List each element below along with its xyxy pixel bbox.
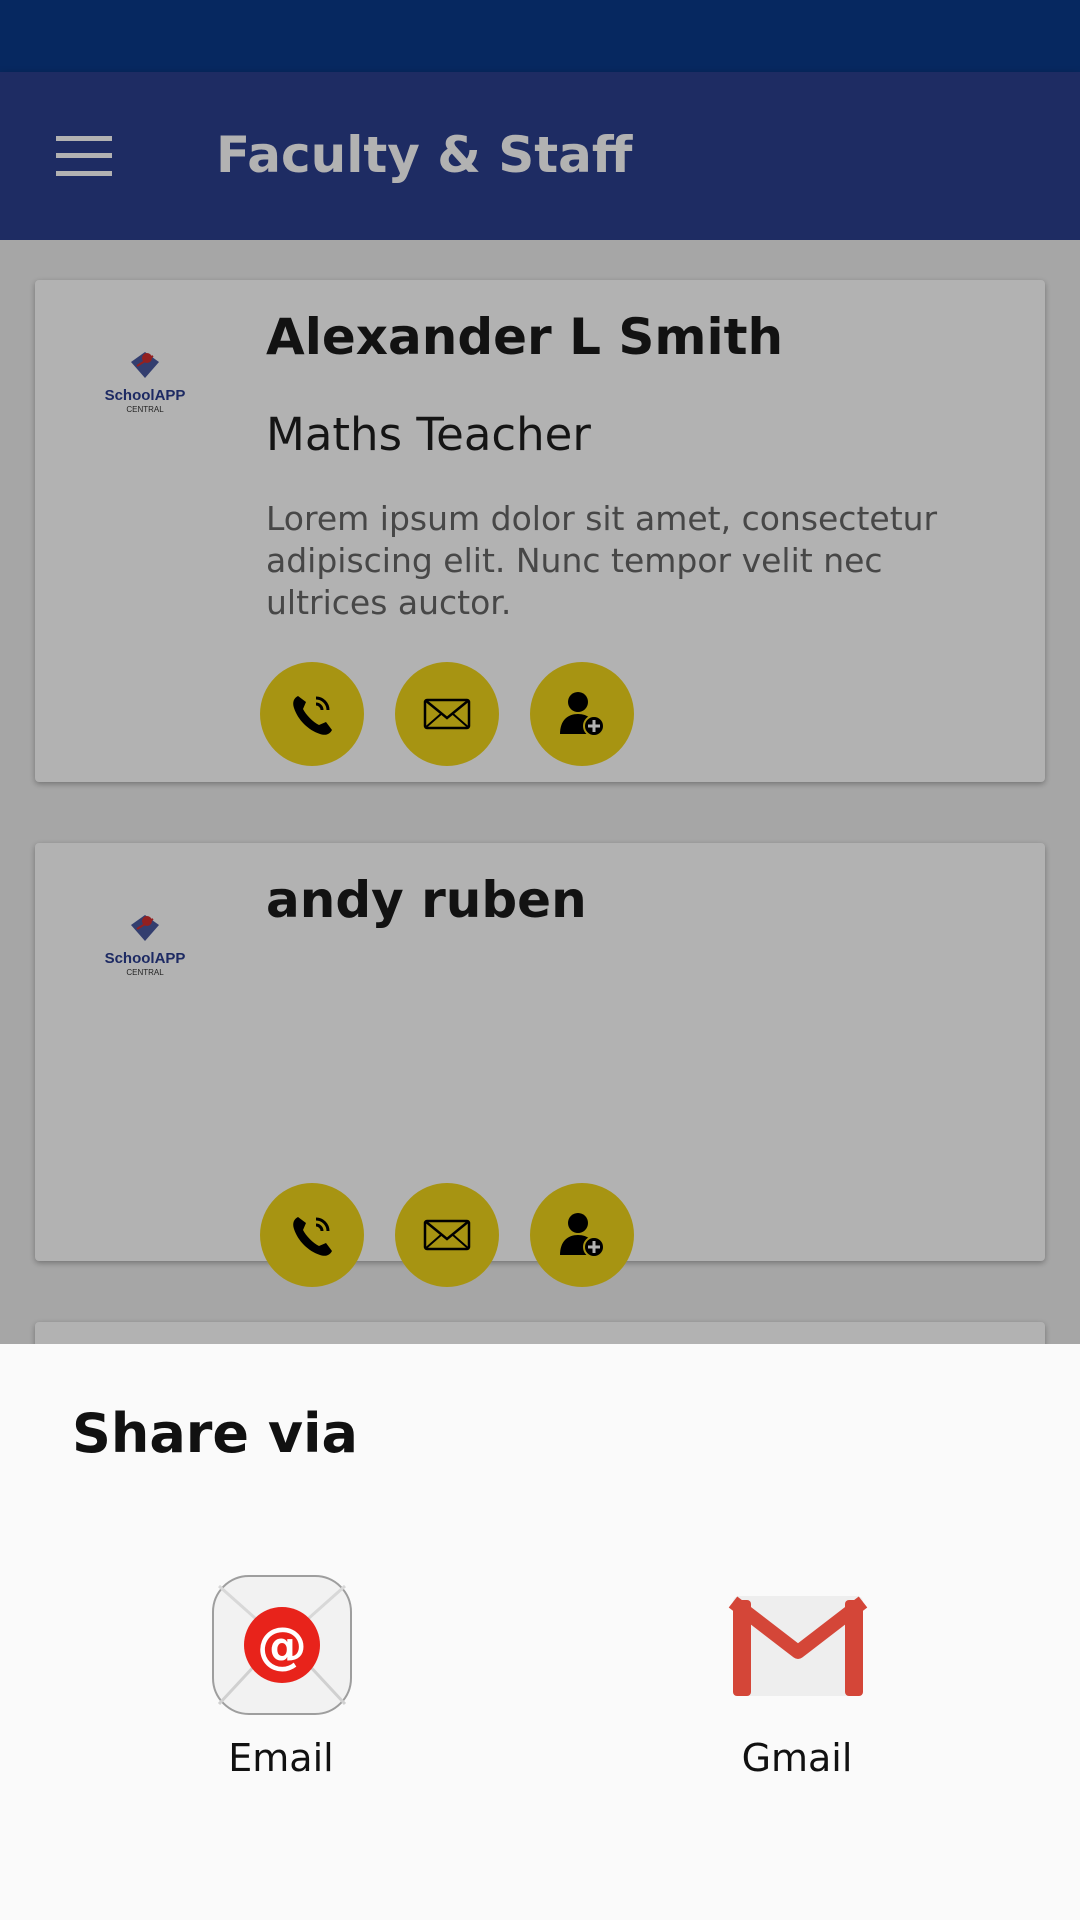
share-option-gmail[interactable]: Gmail xyxy=(667,1574,927,1794)
share-option-email[interactable]: @ Email xyxy=(151,1574,411,1794)
email-app-icon: @ xyxy=(212,1575,352,1715)
share-sheet: Share via @ Email Gmail xyxy=(0,1344,1080,1920)
svg-text:@: @ xyxy=(257,1617,307,1675)
share-sheet-title: Share via xyxy=(72,1402,358,1465)
gmail-icon xyxy=(728,1596,868,1696)
share-option-label: Email xyxy=(228,1736,334,1780)
share-option-label: Gmail xyxy=(741,1736,853,1780)
